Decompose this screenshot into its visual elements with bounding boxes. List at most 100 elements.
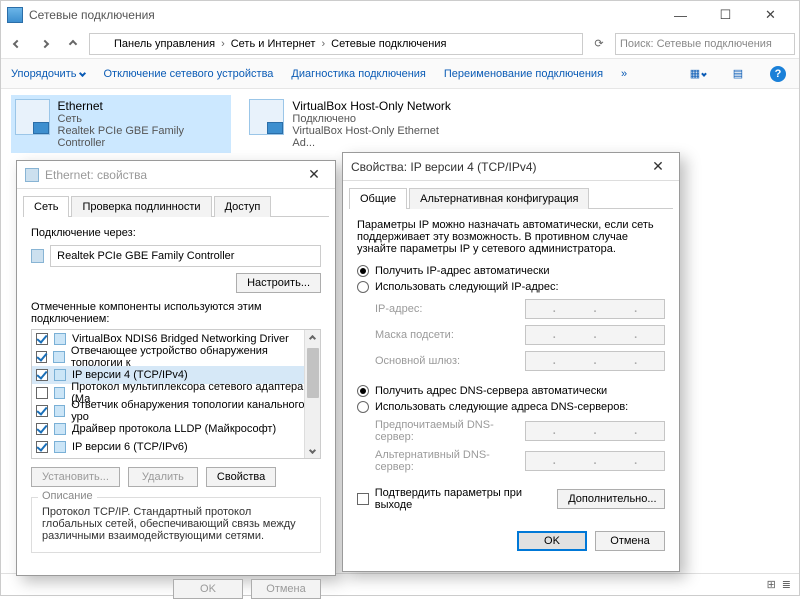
app-icon [7,7,23,23]
mask-label: Маска подсети: [375,329,515,341]
mask-input: ... [525,325,665,345]
gateway-label: Основной шлюз: [375,355,515,367]
network-adapter-icon [15,99,50,135]
nav-forward[interactable] [33,32,57,56]
description-group: Описание Протокол TCP/IP. Стандартный пр… [31,497,321,553]
advanced-button[interactable]: Дополнительно... [557,489,665,509]
address-icon [94,37,108,51]
component-item[interactable]: Ответчик обнаружения топологии канальног… [32,402,320,420]
radio-dns-auto[interactable] [357,385,369,397]
connection-device: VirtualBox Host-Only Ethernet Ad... [292,125,461,149]
radio-ip-manual[interactable] [357,281,369,293]
components-list[interactable]: VirtualBox NDIS6 Bridged Networking Driv… [31,329,321,459]
protocol-icon [53,351,64,363]
view-large-icon[interactable]: ⊞ [767,578,776,591]
close-button[interactable]: ✕ [748,1,793,29]
component-label: IP версии 4 (TCP/IPv4) [72,369,188,381]
close-icon[interactable]: ✕ [301,166,327,183]
adapter-icon [31,249,44,263]
view-details-icon[interactable]: ≣ [782,578,791,591]
help-button[interactable]: ? [767,63,789,85]
checkbox[interactable] [36,423,48,435]
validate-checkbox[interactable] [357,493,369,505]
connection-status: Подключено [292,113,461,125]
connection-ethernet[interactable]: Ethernet Сеть Realtek PCIe GBE Family Co… [11,95,231,153]
dialog-title: Свойства: IP версии 4 (TCP/IPv4) [351,160,645,174]
dialog-titlebar: Свойства: IP версии 4 (TCP/IPv4) ✕ [343,153,679,181]
scroll-thumb[interactable] [307,348,319,398]
components-label: Отмеченные компоненты используются этим … [31,301,321,325]
cancel-button[interactable]: Отмена [251,579,321,599]
checkbox[interactable] [36,333,48,345]
dialog-body: Подключение через: Realtek PCIe GBE Fami… [17,217,335,569]
checkbox[interactable] [36,351,47,363]
checkbox[interactable] [36,387,48,399]
dialog-footer: OK Отмена [343,521,679,561]
ok-button[interactable]: OK [517,531,587,551]
protocol-icon [54,405,66,417]
nav-up[interactable] [61,32,85,56]
connection-virtualbox[interactable]: VirtualBox Host-Only Network Подключено … [245,95,465,153]
tab-general[interactable]: Общие [349,188,407,209]
search-placeholder: Поиск: Сетевые подключения [620,38,772,50]
cancel-button[interactable]: Отмена [595,531,665,551]
radio-ip-auto[interactable] [357,265,369,277]
component-label: IP версии 6 (TCP/IPv6) [72,441,188,453]
protocol-icon [54,369,66,381]
scroll-down[interactable] [305,442,320,458]
checkbox[interactable] [36,441,48,453]
toolbar-overflow[interactable]: » [621,68,627,80]
nav-back[interactable] [5,32,29,56]
tab-auth[interactable]: Проверка подлинности [71,196,211,217]
scrollbar[interactable] [304,330,320,458]
address-bar[interactable]: Панель управления› Сеть и Интернет› Сете… [89,33,583,55]
preview-pane-button[interactable]: ▤ [727,63,749,85]
component-label: Отвечающее устройство обнаружения тополо… [71,345,316,369]
breadcrumb-1[interactable]: Сеть и Интернет [231,38,316,50]
dns1-label: Предпочитаемый DNS-сервер: [375,419,515,443]
checkbox[interactable] [36,369,48,381]
minimize-button[interactable]: — [658,1,703,29]
component-label: VirtualBox NDIS6 Bridged Networking Driv… [72,333,289,345]
uninstall-button[interactable]: Удалить [128,467,198,487]
adapter-field: Realtek PCIe GBE Family Controller [50,245,321,267]
dialog-titlebar: Ethernet: свойства ✕ [17,161,335,189]
validate-label: Подтвердить параметры при выходе [375,487,557,511]
close-icon[interactable]: ✕ [645,158,671,175]
tab-network[interactable]: Сеть [23,196,69,217]
dns1-input: ... [525,421,665,441]
refresh-button[interactable]: ⟳ [587,32,611,56]
component-item[interactable]: IP версии 6 (TCP/IPv6) [32,438,320,456]
connection-name: VirtualBox Host-Only Network [292,99,461,113]
install-button[interactable]: Установить... [31,467,120,487]
view-button[interactable]: ▦ [687,63,709,85]
ok-button[interactable]: OK [173,579,243,599]
tab-sharing[interactable]: Доступ [214,196,272,217]
description-heading: Описание [38,490,97,502]
rename-connection[interactable]: Переименование подключения [444,68,603,80]
protocol-icon [54,423,66,435]
disable-device[interactable]: Отключение сетевого устройства [103,68,273,80]
dialog-body: Параметры IP можно назначать автоматичес… [343,209,679,521]
properties-button[interactable]: Свойства [206,467,276,487]
breadcrumb-2[interactable]: Сетевые подключения [331,38,446,50]
connect-using-label: Подключение через: [31,227,321,239]
tab-alternate[interactable]: Альтернативная конфигурация [409,188,589,209]
component-label: Ответчик обнаружения топологии канальног… [71,399,316,423]
scroll-up[interactable] [305,330,320,346]
diagnose-connection[interactable]: Диагностика подключения [291,68,425,80]
checkbox[interactable] [36,405,48,417]
search-box[interactable]: Поиск: Сетевые подключения [615,33,795,55]
ethernet-properties-dialog: Ethernet: свойства ✕ Сеть Проверка подли… [16,160,336,576]
component-item[interactable]: Отвечающее устройство обнаружения тополо… [32,348,320,366]
organize-menu[interactable]: Упорядочить [11,68,85,80]
ipv4-properties-dialog: Свойства: IP версии 4 (TCP/IPv4) ✕ Общие… [342,152,680,572]
command-bar: Упорядочить Отключение сетевого устройст… [1,59,799,89]
gateway-input: ... [525,351,665,371]
intro-text: Параметры IP можно назначать автоматичес… [357,219,665,255]
nav-bar: Панель управления› Сеть и Интернет› Сете… [1,29,799,59]
maximize-button[interactable]: ☐ [703,1,748,29]
breadcrumb-0[interactable]: Панель управления [114,38,215,50]
configure-button[interactable]: Настроить... [236,273,321,293]
radio-dns-manual[interactable] [357,401,369,413]
